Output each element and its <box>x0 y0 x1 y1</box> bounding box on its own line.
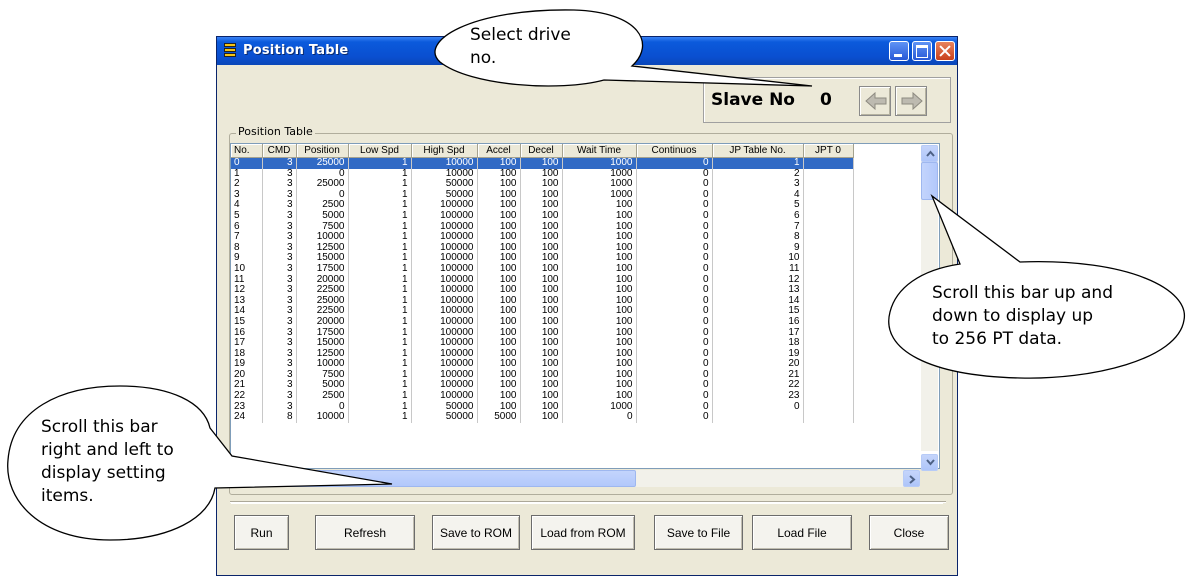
horizontal-scroll-callout: Scroll this bar right and left to displa… <box>41 417 174 506</box>
vertical-scroll-callout: Scroll this bar up and down to display u… <box>932 283 1113 349</box>
select-drive-callout: Select drive no. <box>470 25 571 68</box>
